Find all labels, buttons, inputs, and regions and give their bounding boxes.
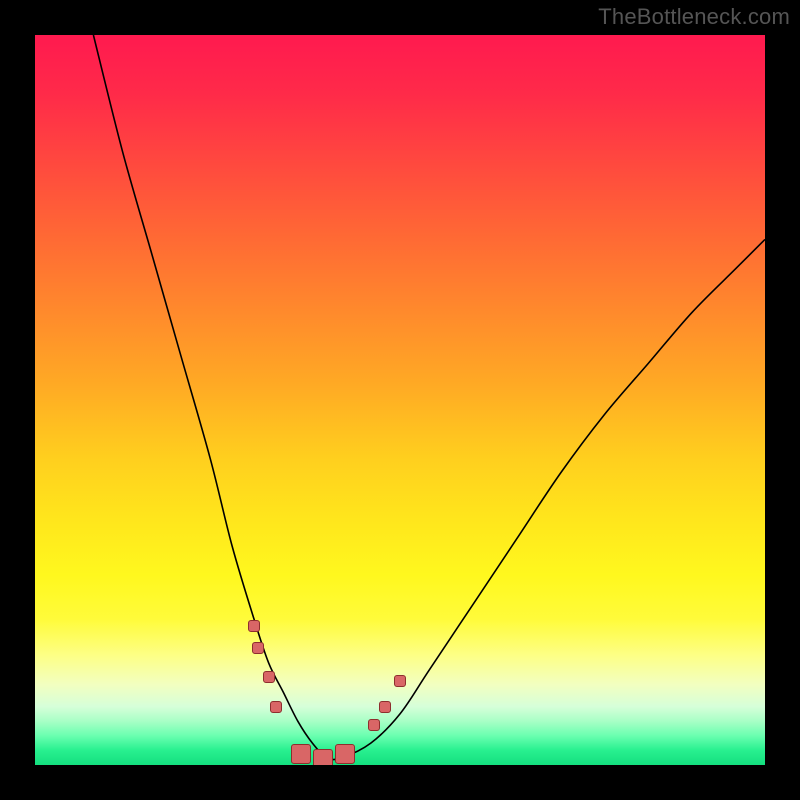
- watermark-text: TheBottleneck.com: [598, 4, 790, 30]
- marker-left-shoulder-2: [263, 671, 275, 683]
- chart-frame: TheBottleneck.com: [0, 0, 800, 800]
- marker-left-shoulder-0: [248, 620, 260, 632]
- marker-trough-4: [291, 744, 311, 764]
- marker-left-shoulder-3: [270, 701, 282, 713]
- bottleneck-curve: [93, 35, 765, 760]
- marker-trough-6: [335, 744, 355, 764]
- marker-right-shoulder-8: [379, 701, 391, 713]
- marker-right-shoulder-7: [368, 719, 380, 731]
- marker-left-shoulder-1: [252, 642, 264, 654]
- curve-svg: [35, 35, 765, 765]
- marker-trough-5: [313, 749, 333, 765]
- marker-right-shoulder-9: [394, 675, 406, 687]
- plot-area: [35, 35, 765, 765]
